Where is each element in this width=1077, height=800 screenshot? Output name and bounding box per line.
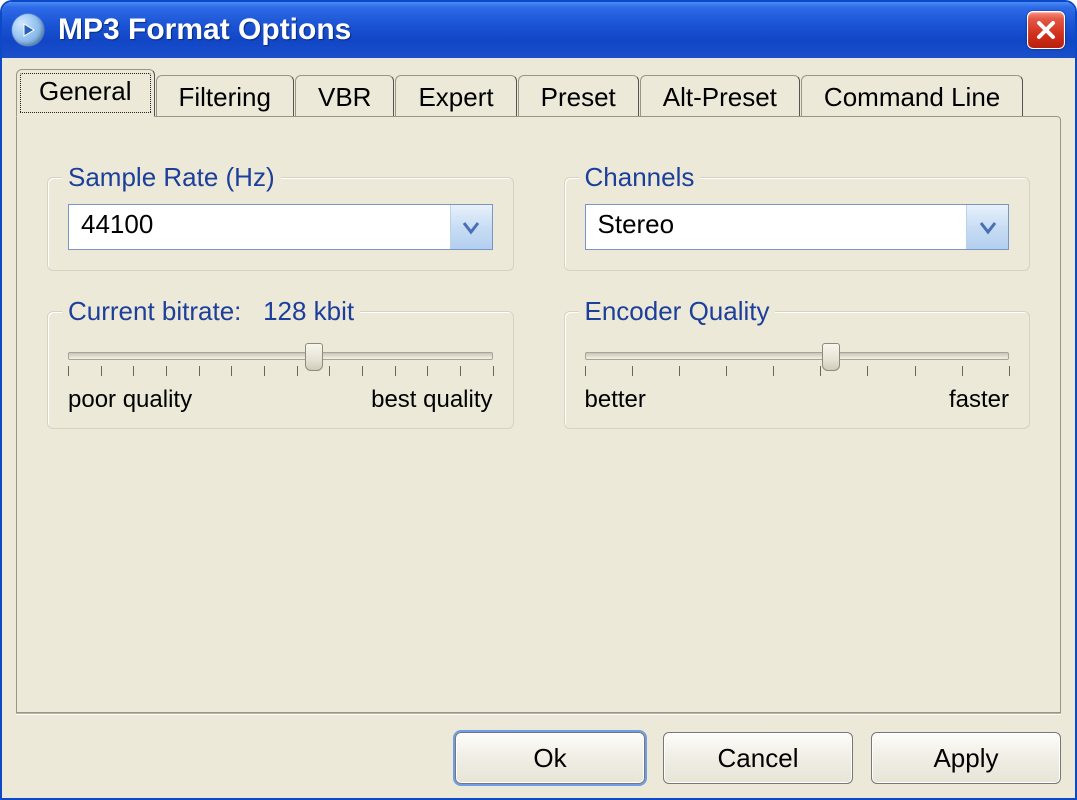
slider-track xyxy=(585,352,1010,360)
slider-ticks xyxy=(585,366,1010,380)
bitrate-left-label: poor quality xyxy=(68,386,192,414)
encoder-quality-slider[interactable] xyxy=(585,352,1010,380)
tab-preset[interactable]: Preset xyxy=(518,75,639,117)
group-encoder-quality: Encoder Quality better faster xyxy=(564,311,1031,429)
label-bitrate: Current bitrate: 128 kbit xyxy=(62,296,360,327)
label-sample-rate: Sample Rate (Hz) xyxy=(62,162,281,193)
client-area: General Filtering VBR Expert Preset Alt-… xyxy=(2,58,1075,798)
titlebar[interactable]: MP3 Format Options xyxy=(2,2,1075,58)
channels-dropdown[interactable]: Stereo xyxy=(585,204,1010,250)
chevron-down-icon xyxy=(966,205,1008,249)
channels-value: Stereo xyxy=(586,205,967,249)
label-bitrate-value: 128 kbit xyxy=(263,296,354,326)
group-channels: Channels Stereo xyxy=(564,177,1031,271)
apply-button[interactable]: Apply xyxy=(871,732,1061,784)
ok-button[interactable]: Ok xyxy=(455,732,645,784)
cancel-button[interactable]: Cancel xyxy=(663,732,853,784)
tab-strip: General Filtering VBR Expert Preset Alt-… xyxy=(16,66,1061,116)
tab-command-line[interactable]: Command Line xyxy=(801,75,1023,117)
encoder-slider-labels: better faster xyxy=(585,386,1010,414)
close-button[interactable] xyxy=(1027,11,1065,49)
tab-expert[interactable]: Expert xyxy=(395,75,516,117)
dialog-footer: Ok Cancel Apply xyxy=(16,713,1061,784)
bitrate-right-label: best quality xyxy=(371,386,492,414)
bitrate-slider[interactable] xyxy=(68,352,493,380)
label-channels: Channels xyxy=(579,162,701,193)
window-title: MP3 Format Options xyxy=(58,13,1027,47)
encoder-left-label: better xyxy=(585,386,646,414)
tab-alt-preset[interactable]: Alt-Preset xyxy=(640,75,800,117)
tab-general[interactable]: General xyxy=(16,69,155,117)
tab-vbr[interactable]: VBR xyxy=(295,75,394,117)
group-bitrate: Current bitrate: 128 kbit poor quality b… xyxy=(47,311,514,429)
tab-panel-general: Sample Rate (Hz) 44100 Channels Stereo xyxy=(16,116,1061,713)
label-encoder-quality: Encoder Quality xyxy=(579,296,776,327)
slider-track xyxy=(68,352,493,360)
app-icon xyxy=(12,14,44,46)
dialog-window: MP3 Format Options General Filtering VBR… xyxy=(0,0,1077,800)
close-icon xyxy=(1035,19,1057,41)
tab-filtering[interactable]: Filtering xyxy=(156,75,294,117)
chevron-down-icon xyxy=(450,205,492,249)
slider-ticks xyxy=(68,366,493,380)
label-bitrate-prefix: Current bitrate: xyxy=(68,296,241,326)
group-sample-rate: Sample Rate (Hz) 44100 xyxy=(47,177,514,271)
encoder-right-label: faster xyxy=(949,386,1009,414)
sample-rate-value: 44100 xyxy=(69,205,450,249)
bitrate-slider-labels: poor quality best quality xyxy=(68,386,493,414)
sample-rate-dropdown[interactable]: 44100 xyxy=(68,204,493,250)
